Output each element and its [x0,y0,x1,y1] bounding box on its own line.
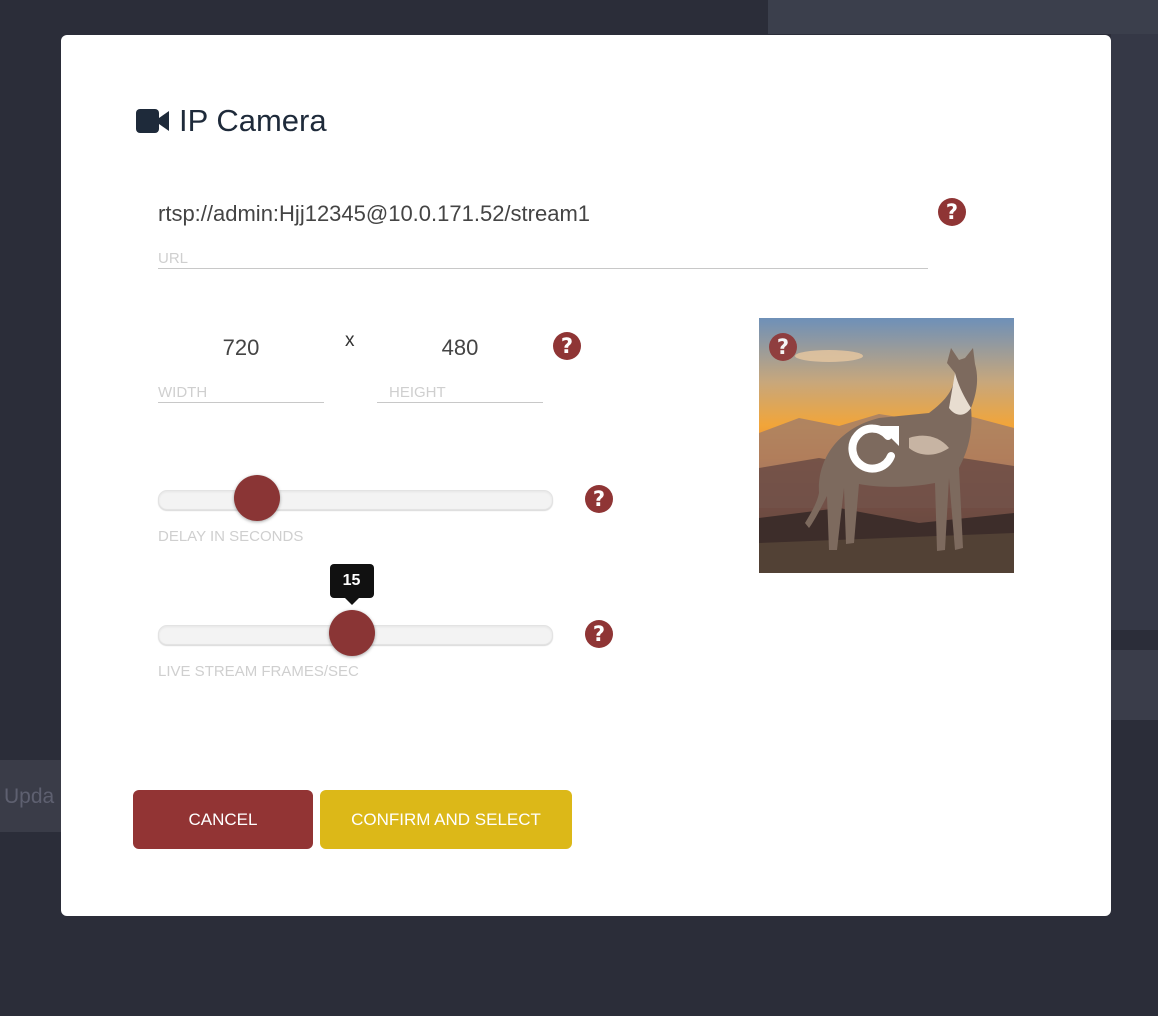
background-panel [1111,34,1158,630]
url-help-icon[interactable]: ? [938,198,966,226]
fps-slider-handle[interactable] [328,610,375,656]
cancel-button[interactable]: CANCEL [133,790,313,849]
delay-slider[interactable] [158,490,553,510]
delay-help-icon[interactable]: ? [585,485,613,513]
width-underline [158,402,324,403]
video-camera-icon [136,108,170,134]
width-input[interactable]: 720 [158,335,324,361]
background-window-header [768,0,1158,34]
delay-label: DELAY IN SECONDS [158,528,304,545]
width-label: WIDTH [158,384,208,401]
fps-label: LIVE STREAM FRAMES/SEC [158,663,359,680]
url-input[interactable]: rtsp://admin:Hjj12345@10.0.171.52/stream… [158,201,590,227]
fps-value-tooltip: 15 [329,564,374,605]
height-input[interactable]: 480 [377,335,543,361]
ip-camera-dialog: IP Camera rtsp://admin:Hjj12345@10.0.171… [61,35,1111,916]
dialog-title: IP Camera [179,103,327,138]
size-help-icon[interactable]: ? [553,332,581,360]
refresh-icon[interactable] [843,418,903,483]
fps-help-icon[interactable]: ? [585,620,613,648]
preview-help-icon[interactable]: ? [769,333,797,361]
size-separator: x [345,330,355,351]
height-underline [377,402,543,403]
background-bar [1111,650,1158,720]
dialog-header: IP Camera [136,103,327,139]
confirm-and-select-button[interactable]: CONFIRM AND SELECT [320,790,572,849]
delay-slider-handle[interactable] [233,475,280,521]
height-label: HEIGHT [389,384,446,401]
url-label: URL [158,250,189,267]
background-update-label: Upda [4,785,55,808]
url-underline [158,268,928,269]
camera-preview-image: ? [759,318,1014,573]
